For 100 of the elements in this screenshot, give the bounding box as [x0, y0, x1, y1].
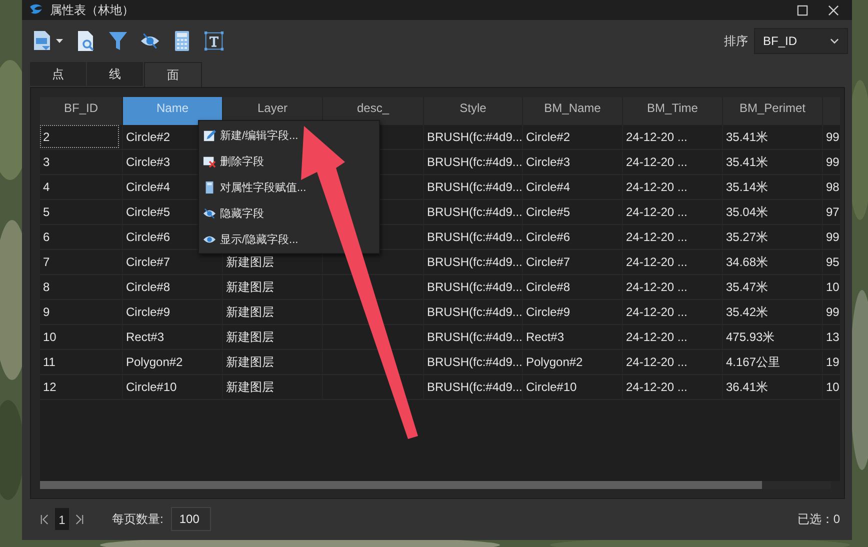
- window-title: 属性表（林地）: [50, 2, 134, 18]
- horizontal-scrollbar[interactable]: [40, 481, 762, 489]
- table-cell: BRUSH(fc:#4d9...: [427, 155, 522, 169]
- table-cell: 35.42米: [726, 305, 768, 319]
- table-cell-text: 3: [43, 154, 51, 171]
- table-cell: 35.41米: [726, 155, 768, 169]
- table-cell: 10: [826, 380, 840, 394]
- table-cell: 24-12-20 ...: [626, 130, 688, 144]
- logo-icon: [28, 4, 44, 16]
- table-cell: BRUSH(fc:#4d9...: [427, 280, 522, 294]
- table-cell: 10: [826, 280, 840, 294]
- page-size-field[interactable]: 100: [171, 507, 212, 531]
- delete-field-icon: [203, 154, 216, 168]
- selected-count: 已选：0: [797, 510, 840, 528]
- table-cell: BRUSH(fc:#4d9...: [427, 205, 522, 219]
- table-cell: 24-12-20 ...: [626, 230, 688, 244]
- table-cell: Circle#6: [126, 230, 170, 244]
- table-cell: 2: [40, 125, 119, 148]
- table-cell-text: 7: [43, 254, 51, 271]
- table-cell: BRUSH(fc:#4d9...: [427, 180, 522, 194]
- table-cell: Circle#7: [126, 255, 170, 269]
- table-cell: 13: [826, 330, 840, 344]
- filter-icon[interactable]: [108, 30, 128, 52]
- table-cell: Circle#8: [526, 280, 570, 294]
- table-cell: 19: [826, 355, 840, 369]
- calculator-icon: [203, 180, 216, 194]
- table-cell: 99: [826, 155, 840, 169]
- menu-item[interactable]: 删除字段: [199, 148, 379, 174]
- column-header[interactable]: Style: [424, 97, 523, 125]
- table-cell: Polygon#2: [526, 355, 583, 369]
- last-page-icon[interactable]: [75, 514, 84, 524]
- pencil-icon: [203, 128, 216, 142]
- calculator-icon[interactable]: [172, 30, 192, 52]
- column-header[interactable]: BM_Time: [623, 97, 723, 125]
- export-file-icon[interactable]: [32, 30, 64, 52]
- table-cell: Circle#10: [526, 380, 577, 394]
- table-cell: Circle#6: [526, 230, 570, 244]
- table-cell: 98: [826, 180, 840, 194]
- table-cell: Circle#5: [126, 205, 170, 219]
- table-cell: Circle#8: [126, 280, 170, 294]
- table-cell-text: 6: [43, 229, 51, 246]
- text-frame-icon[interactable]: [204, 30, 224, 52]
- table-cell: BRUSH(fc:#4d9...: [427, 255, 522, 269]
- table-cell: Circle#4: [126, 180, 170, 194]
- table-cell: 新建图层: [226, 355, 274, 369]
- table-cell: Circle#7: [526, 255, 570, 269]
- table-cell: BRUSH(fc:#4d9...: [427, 130, 522, 144]
- table-cell: 99: [826, 230, 840, 244]
- tab[interactable]: 点: [30, 62, 87, 86]
- tab[interactable]: 线: [87, 62, 144, 86]
- table-cell: 24-12-20 ...: [626, 330, 688, 344]
- table-cell: 99: [826, 130, 840, 144]
- menu-item[interactable]: 对属性字段赋值...: [199, 174, 379, 200]
- menu-item[interactable]: 隐藏字段: [199, 200, 379, 226]
- table-cell: Rect#3: [526, 330, 564, 344]
- tab[interactable]: 面: [144, 62, 202, 87]
- page-size-label: 每页数量:: [112, 510, 164, 528]
- column-header[interactable]: BM_Name: [523, 97, 623, 125]
- table-cell: 新建图层: [226, 255, 274, 269]
- table-cell: Circle#3: [526, 155, 570, 169]
- table-cell: 24-12-20 ...: [626, 155, 688, 169]
- table-cell-text: 9: [43, 304, 51, 321]
- column-header[interactable]: BM_Perimet: [723, 97, 823, 125]
- table-cell: 35.27米: [726, 230, 768, 244]
- table-cell: 35.47米: [726, 280, 768, 294]
- table-cell: 24-12-20 ...: [626, 280, 688, 294]
- table-cell: 35.04米: [726, 205, 768, 219]
- close-button[interactable]: [828, 4, 839, 16]
- table-cell: 97: [826, 205, 840, 219]
- table-cell-text: 12: [43, 379, 58, 396]
- maximize-button[interactable]: [797, 4, 808, 16]
- eye-slash-icon: [203, 206, 216, 220]
- table-cell: BRUSH(fc:#4d9...: [427, 305, 522, 319]
- table-cell: 24-12-20 ...: [626, 180, 688, 194]
- table-cell: Circle#3: [126, 155, 170, 169]
- table-cell: 新建图层: [226, 330, 274, 344]
- first-page-icon[interactable]: [40, 514, 49, 524]
- document-search-icon[interactable]: [76, 30, 96, 52]
- table-cell: 新建图层: [226, 380, 274, 394]
- table-cell: 95: [826, 255, 840, 269]
- table-cell: Circle#4: [526, 180, 570, 194]
- table-cell: 36.41米: [726, 380, 768, 394]
- table-cell: 475.93米: [726, 330, 775, 344]
- table-cell-text: 11: [43, 354, 56, 371]
- table-cell: BRUSH(fc:#4d9...: [427, 355, 522, 369]
- table-cell: 24-12-20 ...: [626, 305, 688, 319]
- page-number[interactable]: 1: [55, 508, 69, 530]
- table-cell: Circle#2: [526, 130, 570, 144]
- table-cell: Circle#10: [126, 380, 177, 394]
- table-cell: BRUSH(fc:#4d9...: [427, 330, 522, 344]
- table-cell-text: 10: [43, 329, 58, 346]
- sort-dropdown[interactable]: BF_ID: [754, 28, 848, 54]
- chevron-icon: [830, 38, 839, 44]
- table-cell: 4.167公里: [726, 355, 780, 369]
- sort-label: 排序: [724, 32, 748, 50]
- menu-item[interactable]: 显示/隐藏字段...: [199, 226, 379, 252]
- table-cell: Rect#3: [126, 330, 164, 344]
- table-cell: Polygon#2: [126, 355, 183, 369]
- table-cell: Circle#5: [526, 205, 570, 219]
- menu-item[interactable]: 新建/编辑字段...: [199, 122, 379, 148]
